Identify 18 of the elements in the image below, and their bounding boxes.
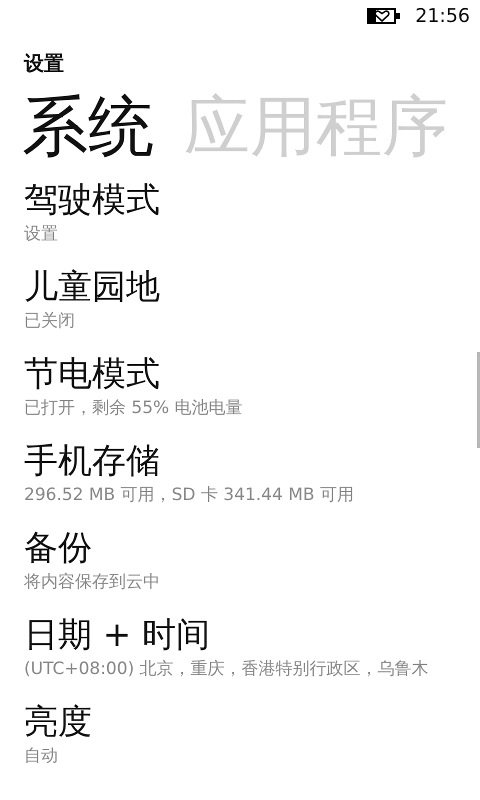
- setting-value: 已打开，剩余 55% 电池电量: [24, 397, 244, 420]
- setting-title[interactable]: 节电模式: [24, 352, 480, 396]
- setting-value: 296.52 MB 可用，SD 卡 341.44 MB 可用: [24, 484, 355, 507]
- setting-title[interactable]: 儿童园地: [24, 265, 480, 309]
- setting-title[interactable]: 驾驶模式: [24, 178, 480, 222]
- setting-value: (UTC+08:00) 北京，重庆，香港特别行政区，乌鲁木: [24, 658, 430, 681]
- app-title: 设置: [22, 50, 65, 77]
- setting-title[interactable]: 备份: [24, 526, 480, 570]
- setting-title[interactable]: 手机存储: [24, 439, 480, 483]
- setting-value: 将内容保存到云中: [24, 571, 161, 594]
- setting-title[interactable]: 亮度: [24, 700, 480, 744]
- status-time: 21:56: [415, 5, 470, 27]
- setting-value: 设置: [24, 223, 59, 246]
- battery-icon: [367, 8, 402, 24]
- pivot-tab[interactable]: 系统: [22, 82, 154, 172]
- setting-value: 自动: [24, 745, 59, 768]
- setting-value: 已关闭: [24, 310, 76, 333]
- setting-title[interactable]: 日期 + 时间: [24, 613, 480, 657]
